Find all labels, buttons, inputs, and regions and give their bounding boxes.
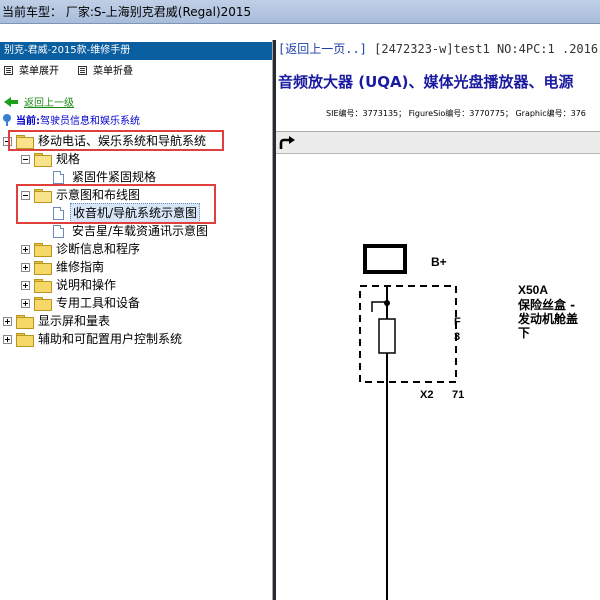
menu-collapse-button[interactable]: 菜单折叠 [78,64,133,80]
document-icon [53,170,64,184]
tree-item-label: 说明和操作 [56,278,117,292]
fuse-block-name-line1: 保险丝盒 - [517,297,575,312]
tree-item-onstar-schematic[interactable]: 安吉星/车载资通讯示意图 [53,222,210,240]
fuse-block-id: X50A [518,283,548,297]
fuse-block-name-line2: 发动机舱盖 [517,311,578,326]
menu-expand-button[interactable]: 菜单展开 [4,64,59,80]
tree-item-label: 显示屏和量表 [38,314,111,328]
expand-icon[interactable] [21,244,30,254]
battery-supply-box [363,244,407,274]
fuse-letter: F [454,316,461,328]
document-breadcrumb: [返回上一页..] [2472323-w]test1 NO:4PC:1 .201… [278,40,598,58]
fuse-number: 3 [454,331,460,343]
folder-icon [34,261,52,275]
navigation-panel: 别克-君威-2015款-维修手册 菜单展开 菜单折叠 返回上一级 当前:驾驶员信… [0,40,273,600]
menu-icon [4,66,13,75]
tree-item-label: 规格 [56,152,81,166]
current-location: 当前:驾驶员信息和娱乐系统 [2,114,140,130]
tree-item-displays-gauges[interactable]: 显示屏和量表 [3,312,112,330]
folder-icon [16,315,34,329]
tree-item-auxiliary-controls[interactable]: 辅助和可配置用户控制系统 [3,330,184,348]
redo-arrow-icon[interactable] [277,134,297,152]
folder-icon [34,297,52,311]
manual-title-header: 别克-君威-2015款-维修手册 [0,42,272,60]
folder-icon [34,153,52,167]
manual-title: 别克-君威-2015款-维修手册 [4,45,131,56]
tree-item-diagnostics[interactable]: 诊断信息和程序 [21,240,142,258]
tree-item-repair-guide[interactable]: 维修指南 [21,258,106,276]
folder-icon [16,333,34,347]
document-toolbar [276,132,600,154]
tree-item-label: 维修指南 [56,260,105,274]
collapse-icon[interactable] [21,154,30,164]
window-title-bar: 当前车型： 厂家:S-上海别克君威(Regal)2015 [0,0,600,24]
tree-item-label: 辅助和可配置用户控制系统 [38,332,183,346]
menu-icon [78,66,87,75]
document-icon [53,224,64,238]
expand-icon[interactable] [3,334,12,344]
back-arrow-icon [4,97,18,107]
highlight-box [8,130,224,151]
document-title: 音频放大器 (UQA)、媒体光盘播放器、电源 [278,73,574,91]
pin-label: 71 [452,389,464,401]
tree-item-label: 诊断信息和程序 [56,242,141,256]
folder-icon [34,279,52,293]
menu-toolbar: 菜单展开 菜单折叠 [0,64,272,80]
tree-item-special-tools[interactable]: 专用工具和设备 [21,294,142,312]
folder-icon [34,243,52,257]
wire-junction [384,300,390,306]
expand-icon[interactable] [3,316,12,326]
tree-item-description-operation[interactable]: 说明和操作 [21,276,118,294]
document-panel: [返回上一页..] [2472323-w]test1 NO:4PC:1 .201… [276,40,600,600]
highlight-box [16,184,216,224]
fuse-symbol [378,318,396,354]
fuse-block-name-line3: 下 [518,326,530,340]
back-to-parent-link[interactable]: 返回上一级 [4,97,74,111]
tree-item-label: 专用工具和设备 [56,296,141,310]
window-title: 当前车型： 厂家:S-上海别克君威(Regal)2015 [2,5,252,19]
location-pin-icon [2,114,12,126]
connector-label: X2 [420,389,433,401]
expand-icon[interactable] [21,280,30,290]
wiring-diagram: B+ F 3 X2 71 X50A 保险丝盒 - 发动机舱盖 下 [359,244,578,600]
tree-item-specifications[interactable]: 规格 [21,150,82,168]
expand-icon[interactable] [21,262,30,272]
tree-item-label: 安吉星/车载资通讯示意图 [72,224,209,238]
supply-label: B+ [431,255,447,269]
back-to-previous-page-link[interactable]: [返回上一页..] [278,42,367,56]
fuse-box-outline [359,285,457,383]
document-info: [2472323-w]test1 NO:4PC:1 .2016 [366,42,599,56]
expand-icon[interactable] [21,298,30,308]
document-meta: SIE编号：3773135； FigureSio编号：3770775； Grap… [326,109,586,118]
